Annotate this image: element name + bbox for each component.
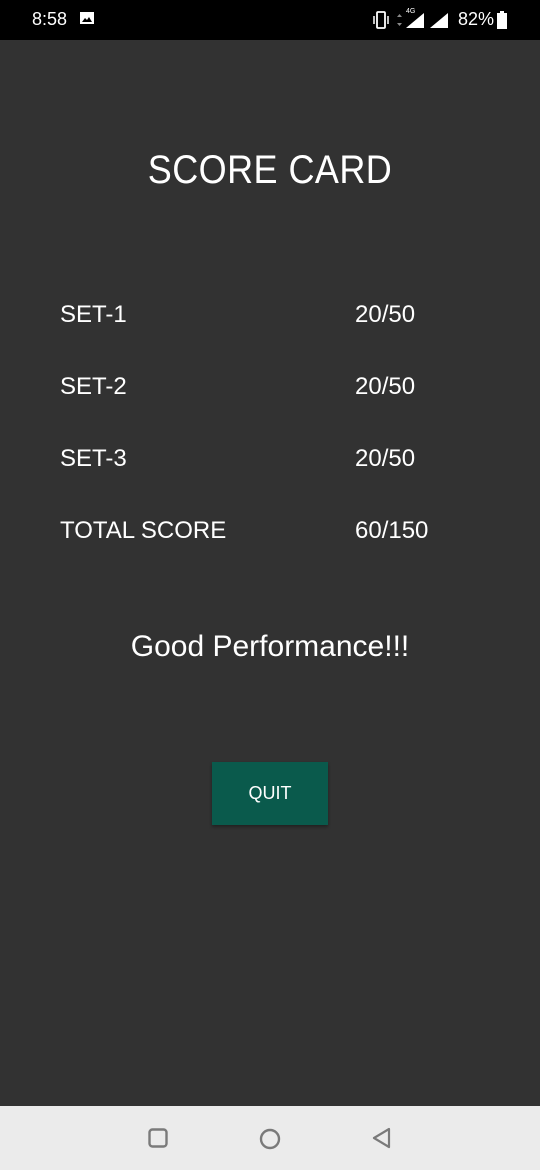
score-row-value: 20/50 [355, 373, 416, 400]
score-card-screen: SCORE CARD SET-1 20/50 SET-2 20/50 SET-3… [0, 40, 540, 1106]
navigation-bar [0, 1106, 540, 1170]
recent-apps-icon[interactable] [148, 1128, 168, 1148]
vibrate-icon [373, 11, 389, 29]
home-icon[interactable] [259, 1128, 281, 1150]
performance-message: Good Performance!!! [130, 630, 410, 663]
total-score-label: TOTAL SCORE [60, 517, 227, 544]
score-row-label: SET-1 [60, 301, 127, 328]
back-icon[interactable] [371, 1127, 391, 1149]
status-bar: 8:58 4G 82% [0, 0, 540, 40]
score-row-value: 20/50 [355, 445, 416, 472]
battery-icon [497, 11, 507, 29]
status-time: 8:58 [32, 9, 68, 29]
page-title: SCORE CARD [147, 148, 393, 192]
data-arrows-icon [397, 14, 402, 26]
signal-icon [406, 13, 424, 28]
signal-icon [430, 13, 448, 28]
score-row-label: SET-2 [60, 373, 127, 400]
gallery-icon [80, 12, 94, 24]
score-row-value: 20/50 [355, 301, 416, 328]
battery-percent: 82% [458, 9, 495, 29]
total-score-value: 60/150 [355, 517, 429, 544]
quit-button[interactable]: QUIT [212, 762, 328, 825]
score-row-label: SET-3 [60, 445, 127, 472]
